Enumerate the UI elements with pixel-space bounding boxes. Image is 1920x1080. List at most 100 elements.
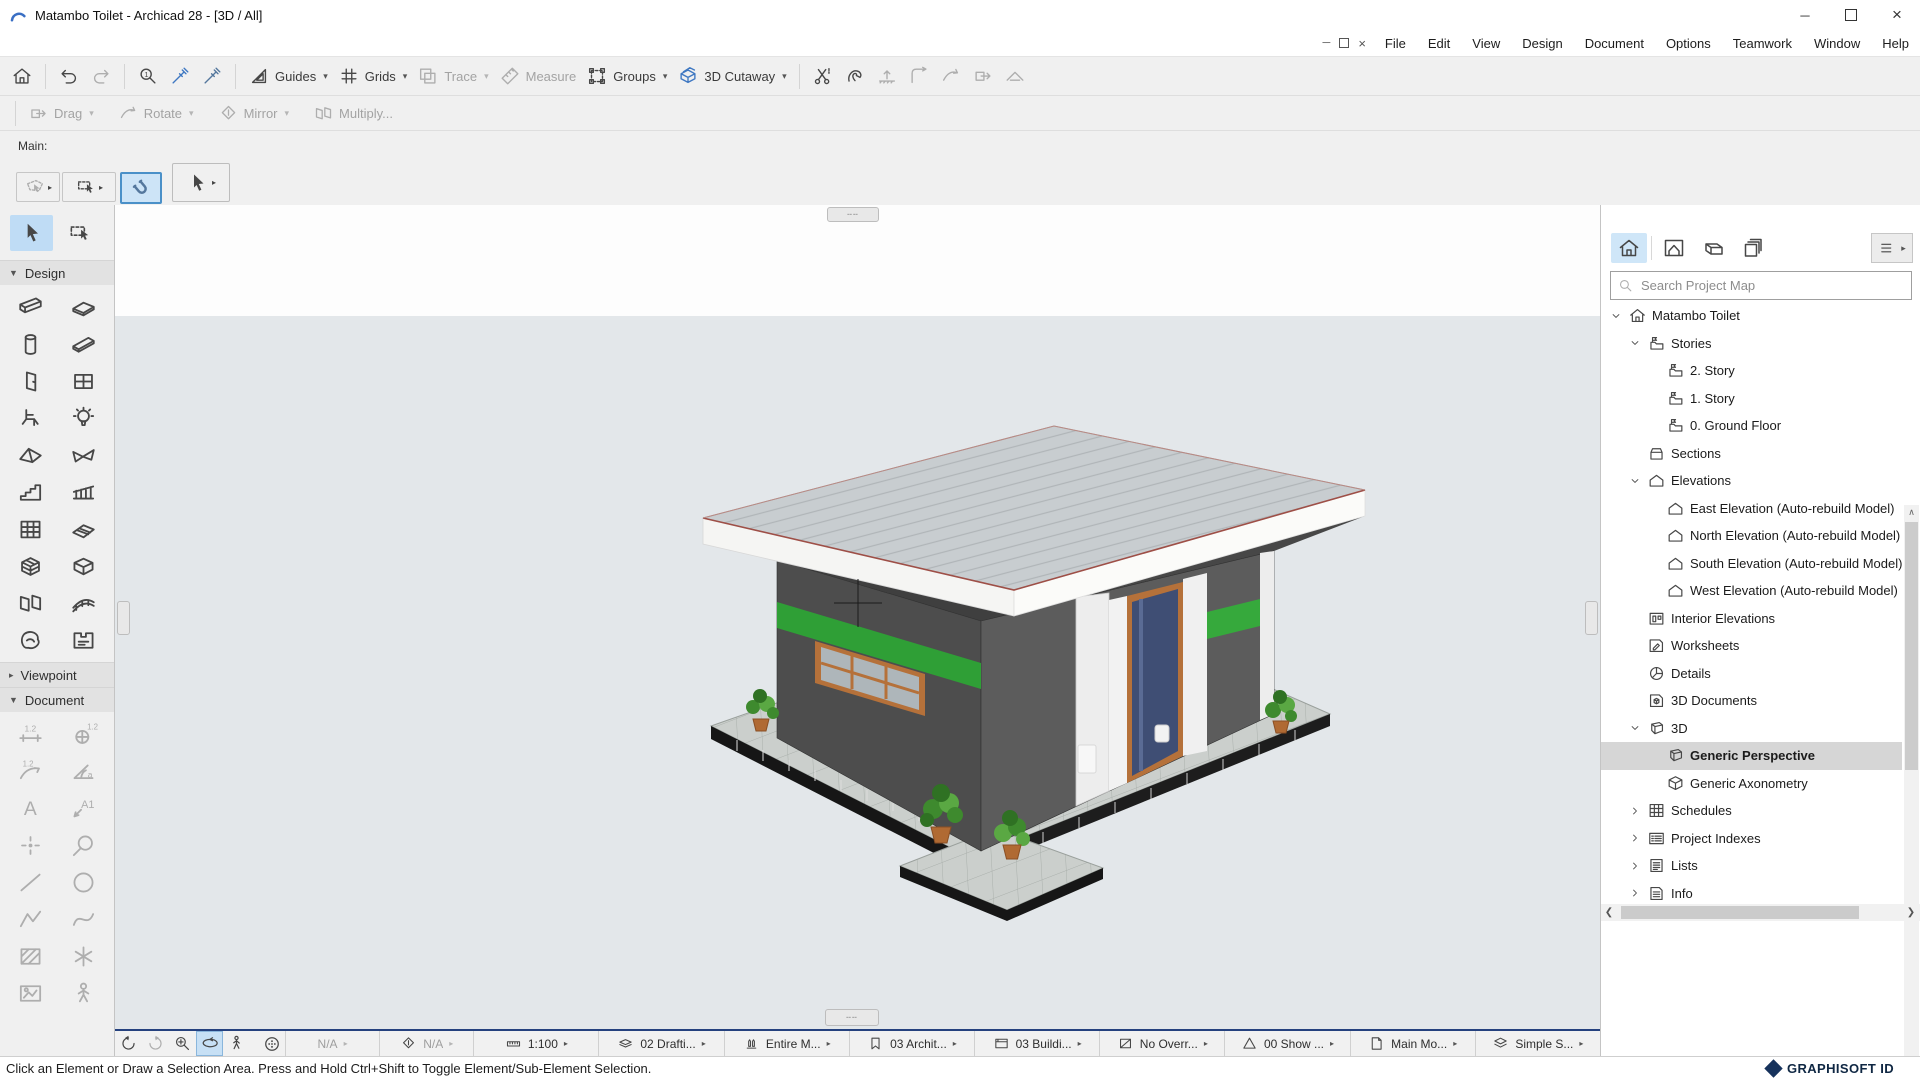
pen-set-na[interactable]: N/A ▸: [379, 1031, 473, 1056]
tool-zone[interactable]: [64, 551, 104, 582]
tool-morph[interactable]: [11, 588, 51, 619]
tree-vertical-scrollbar[interactable]: ∧ ∨: [1904, 505, 1919, 1056]
splitter-handle-top[interactable]: ╌╌: [827, 207, 879, 222]
menu-design[interactable]: Design: [1511, 36, 1573, 51]
menu-options[interactable]: Options: [1655, 36, 1722, 51]
splitter-handle-left[interactable]: [117, 601, 130, 635]
toolbox-section-document[interactable]: ▼ Document: [0, 687, 114, 712]
tree-row[interactable]: North Elevation (Auto-rebuild Model): [1601, 522, 1902, 550]
tree-row[interactable]: South Elevation (Auto-rebuild Model): [1601, 550, 1902, 578]
tool-skylight[interactable]: [64, 588, 104, 619]
structure-display[interactable]: Simple S... ▸: [1475, 1031, 1600, 1056]
layer-combination[interactable]: 02 Drafti... ▸: [598, 1031, 723, 1056]
tree-chevron-icon[interactable]: [1647, 749, 1661, 763]
favorites[interactable]: 03 Archit... ▸: [849, 1031, 974, 1056]
tool-beam[interactable]: [64, 329, 104, 360]
orbit-button[interactable]: [196, 1031, 223, 1056]
project-map-search[interactable]: [1610, 271, 1912, 300]
menu-file[interactable]: File: [1374, 36, 1417, 51]
splitter-handle-bottom[interactable]: ╌╌: [825, 1009, 879, 1026]
tree-row[interactable]: East Elevation (Auto-rebuild Model): [1601, 495, 1902, 523]
tool-column[interactable]: [11, 329, 51, 360]
extend-button[interactable]: [903, 62, 935, 90]
tree-row[interactable]: Interior Elevations: [1601, 605, 1902, 633]
stretch-button[interactable]: [967, 62, 999, 90]
tool-image[interactable]: [11, 978, 51, 1009]
minimize-button[interactable]: ─: [1782, 0, 1828, 30]
tree-row[interactable]: Generic Perspective: [1601, 742, 1902, 770]
tree-row[interactable]: 3D: [1601, 715, 1902, 743]
tool-wall[interactable]: [11, 292, 51, 323]
tool-freeform[interactable]: [11, 625, 51, 656]
tree-row[interactable]: Project Indexes: [1601, 825, 1902, 853]
tree-chevron-icon[interactable]: [1609, 309, 1623, 323]
tree-row[interactable]: Details: [1601, 660, 1902, 688]
tool-hatch[interactable]: [11, 941, 51, 972]
cutaway-button[interactable]: 3D Cutaway▾: [672, 62, 791, 90]
explore-walk-button[interactable]: [223, 1031, 250, 1056]
tree-row[interactable]: Matambo Toilet: [1601, 302, 1902, 330]
menu-view[interactable]: View: [1461, 36, 1511, 51]
tree-chevron-icon[interactable]: [1628, 886, 1642, 900]
marquee-tool[interactable]: [58, 215, 101, 251]
splitter-handle-right[interactable]: [1585, 601, 1598, 635]
tree-chevron-icon[interactable]: [1628, 446, 1642, 460]
tool-stamp[interactable]: [64, 625, 104, 656]
tool-stair[interactable]: [11, 477, 51, 508]
tool-mesh[interactable]: [64, 514, 104, 545]
pickup-parameters-button[interactable]: [164, 62, 196, 90]
3d-viewport[interactable]: ╌╌ ╌╌: [115, 205, 1600, 1029]
find-select-button[interactable]: [132, 62, 164, 90]
master-layout[interactable]: Main Mo... ▸: [1350, 1031, 1475, 1056]
tree-row[interactable]: Info: [1601, 880, 1902, 905]
tool-hotspot[interactable]: [11, 830, 51, 861]
tree-chevron-icon[interactable]: [1628, 666, 1642, 680]
tool-lamp[interactable]: [64, 403, 104, 434]
tree-chevron-icon[interactable]: [1647, 584, 1661, 598]
scale[interactable]: 1:100 ▸: [473, 1031, 598, 1056]
arrow-tool-button[interactable]: ▸: [172, 163, 230, 202]
marquee-select-tool-button[interactable]: ▸: [62, 172, 116, 202]
tab-layout-book[interactable]: [1696, 233, 1732, 263]
menu-document[interactable]: Document: [1574, 36, 1655, 51]
tool-text-tool[interactable]: [11, 793, 51, 824]
tool-angle-dimension[interactable]: [64, 756, 104, 787]
inject-parameters-button[interactable]: [196, 62, 228, 90]
go-back-button[interactable]: [115, 1031, 142, 1056]
tree-row[interactable]: Stories: [1601, 330, 1902, 358]
tree-row[interactable]: 1. Story: [1601, 385, 1902, 413]
tree-chevron-icon[interactable]: [1628, 804, 1642, 818]
tree-row[interactable]: Worksheets: [1601, 632, 1902, 660]
zoom-value[interactable]: N/A ▸: [285, 1031, 379, 1056]
toolbox-section-design[interactable]: ▼ Design: [0, 260, 114, 285]
mdi-restore-icon[interactable]: [1339, 38, 1349, 48]
tree-chevron-icon[interactable]: [1628, 859, 1642, 873]
tree-row[interactable]: Sections: [1601, 440, 1902, 468]
tree-chevron-icon[interactable]: [1647, 364, 1661, 378]
tree-row[interactable]: West Elevation (Auto-rebuild Model): [1601, 577, 1902, 605]
tree-row[interactable]: 2. Story: [1601, 357, 1902, 385]
fit-in-window-button[interactable]: [258, 1031, 285, 1056]
tree-chevron-icon[interactable]: [1628, 721, 1642, 735]
tool-polyline[interactable]: [11, 904, 51, 935]
rotate-button[interactable]: Rotate▾: [113, 100, 199, 127]
home-button[interactable]: [6, 62, 38, 90]
guides-button[interactable]: Guides▾: [243, 62, 333, 90]
tool-figure[interactable]: [64, 978, 104, 1009]
groups-button[interactable]: Groups▾: [581, 62, 672, 90]
tree-chevron-icon[interactable]: [1647, 776, 1661, 790]
tool-object[interactable]: [11, 403, 51, 434]
menu-edit[interactable]: Edit: [1417, 36, 1461, 51]
tree-chevron-icon[interactable]: [1628, 639, 1642, 653]
scrollbar-thumb-h[interactable]: [1621, 906, 1859, 919]
tool-fill[interactable]: [64, 830, 104, 861]
tree-row[interactable]: Elevations: [1601, 467, 1902, 495]
menu-help[interactable]: Help: [1871, 36, 1920, 51]
scrollbar-thumb[interactable]: [1905, 522, 1918, 770]
scroll-left-icon[interactable]: ❮: [1601, 907, 1617, 918]
measure-button[interactable]: Measure: [494, 62, 582, 90]
tree-row[interactable]: 0. Ground Floor: [1601, 412, 1902, 440]
elevate-button[interactable]: [871, 62, 903, 90]
tool-radial-dimension[interactable]: [11, 756, 51, 787]
tab-publisher[interactable]: [1736, 233, 1772, 263]
